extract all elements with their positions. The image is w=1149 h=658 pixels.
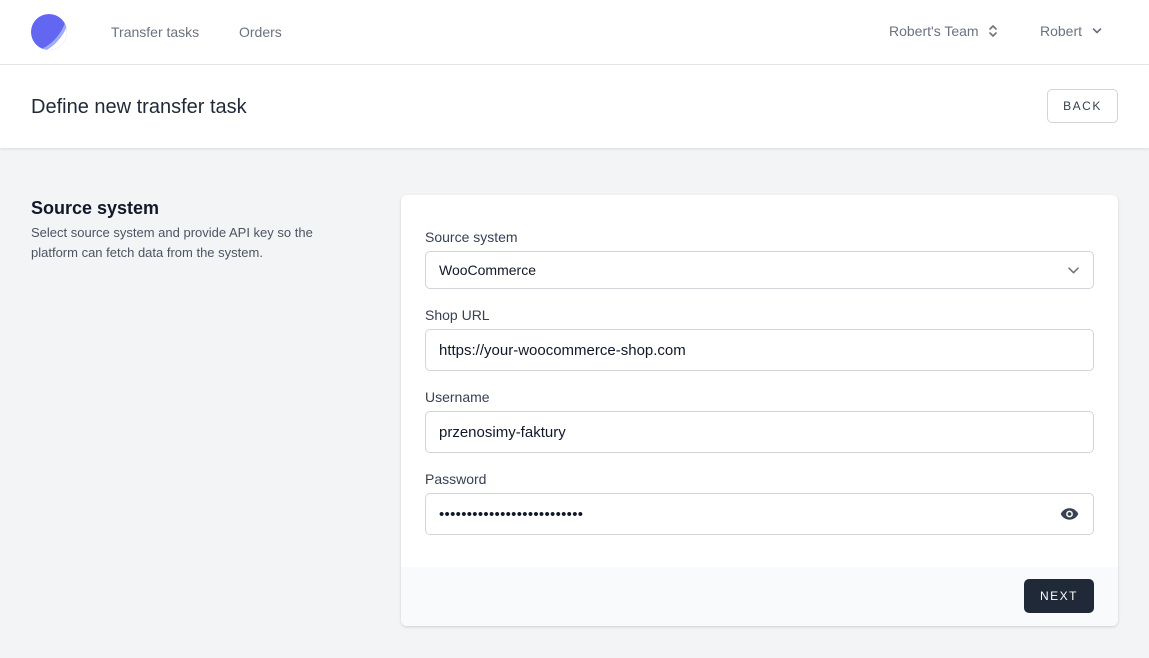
chevron-up-down-icon	[988, 25, 997, 37]
page-title: Define new transfer task	[31, 96, 247, 118]
form-card: Source system WooCommerce Shop URL https…	[401, 195, 1118, 626]
top-navbar: Transfer tasks Orders Robert's Team Robe…	[0, 0, 1149, 65]
eye-icon[interactable]	[1060, 507, 1079, 521]
user-menu[interactable]: Robert	[1040, 22, 1102, 40]
username-label: Username	[425, 389, 490, 405]
source-system-label: Source system	[425, 229, 518, 245]
nav-link-transfer-tasks[interactable]: Transfer tasks	[111, 23, 199, 41]
shop-url-value: https://your-woocommerce-shop.com	[439, 341, 686, 359]
username-value: przenosimy-faktury	[439, 423, 566, 441]
password-value: ••••••••••••••••••••••••••	[439, 505, 584, 523]
section-description: Select source system and provide API key…	[31, 225, 313, 260]
team-switcher[interactable]: Robert's Team	[889, 22, 998, 40]
password-input[interactable]: ••••••••••••••••••••••••••	[425, 493, 1094, 535]
username-input[interactable]: przenosimy-faktury	[425, 411, 1094, 453]
shop-url-input[interactable]: https://your-woocommerce-shop.com	[425, 329, 1094, 371]
shop-url-label: Shop URL	[425, 307, 490, 323]
logo-icon[interactable]	[31, 14, 67, 50]
back-button[interactable]: BACK	[1047, 89, 1118, 123]
form-footer: NEXT	[401, 567, 1118, 626]
section-title: Source system	[31, 198, 160, 218]
source-system-value: WooCommerce	[439, 262, 536, 278]
user-name: Robert	[1040, 23, 1083, 39]
password-label: Password	[425, 471, 487, 487]
next-button[interactable]: NEXT	[1024, 579, 1094, 613]
source-system-select[interactable]: WooCommerce	[425, 251, 1094, 289]
chevron-down-icon	[1068, 267, 1079, 274]
chevron-down-icon	[1092, 28, 1102, 34]
nav-link-orders[interactable]: Orders	[239, 23, 282, 41]
team-name: Robert's Team	[889, 23, 979, 39]
page-header: Define new transfer task BACK	[0, 65, 1149, 148]
